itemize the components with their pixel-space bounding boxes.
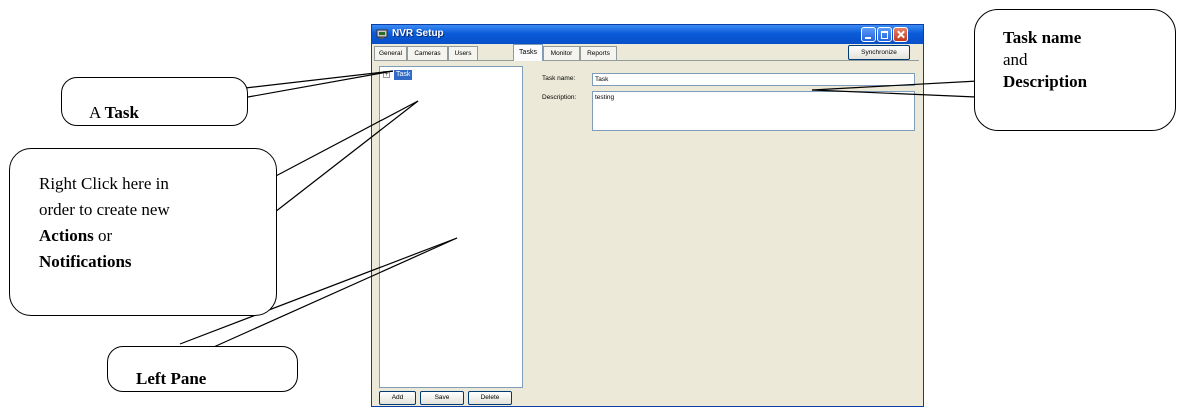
callout-left-pane-bold: Left Pane [136,369,207,388]
left-pane-tree[interactable]: + Task [379,66,523,388]
tab-reports[interactable]: Reports [580,46,617,60]
callout-actions: Actions [39,226,94,245]
tab-cameras[interactable]: Cameras [407,46,448,60]
tree-expander[interactable]: + [383,71,390,78]
callout-task: A Task [61,77,248,126]
callout-task-prefix: A [89,103,105,122]
tab-general[interactable]: General [374,46,407,60]
synchronize-button[interactable]: Synchronize [848,45,910,60]
maximize-button[interactable] [877,27,892,42]
minimize-button[interactable] [861,27,876,42]
callout-notifications: Notifications [39,252,132,271]
task-name-input[interactable]: Task [592,73,915,86]
close-button[interactable] [893,27,908,42]
callout-left-pane: Left Pane [107,346,298,392]
tab-monitor[interactable]: Monitor [543,46,580,60]
callout-or: or [93,226,113,245]
callout-task-name-bold: Task name [1003,28,1082,47]
callout-task-bold: Task [104,103,139,122]
add-button[interactable]: Add [379,391,416,405]
title-bar[interactable]: NVR Setup [372,25,923,44]
delete-button[interactable]: Delete [468,391,512,405]
description-label: Description: [542,94,577,101]
callout-task-name: Task name and Description [974,9,1176,131]
nvr-setup-window: NVR Setup General Cameras Users Tasks Mo… [371,24,924,407]
task-name-label: Task name: [542,75,576,82]
tab-tasks[interactable]: Tasks [513,44,543,61]
tab-users[interactable]: Users [448,46,478,60]
app-icon [376,29,388,39]
save-button[interactable]: Save [420,391,464,405]
callout-right-click-line1: Right Click here in [39,174,169,193]
tree-node-label[interactable]: Task [394,70,413,80]
tab-divider [374,60,919,61]
description-textarea[interactable]: testing [592,91,915,131]
callout-right-click: Right Click here in order to create new … [9,148,277,316]
callout-and: and [1003,50,1028,69]
callout-description-bold: Description [1003,72,1088,91]
window-title: NVR Setup [392,28,444,39]
callout-right-click-line2: order to create new [39,200,170,219]
